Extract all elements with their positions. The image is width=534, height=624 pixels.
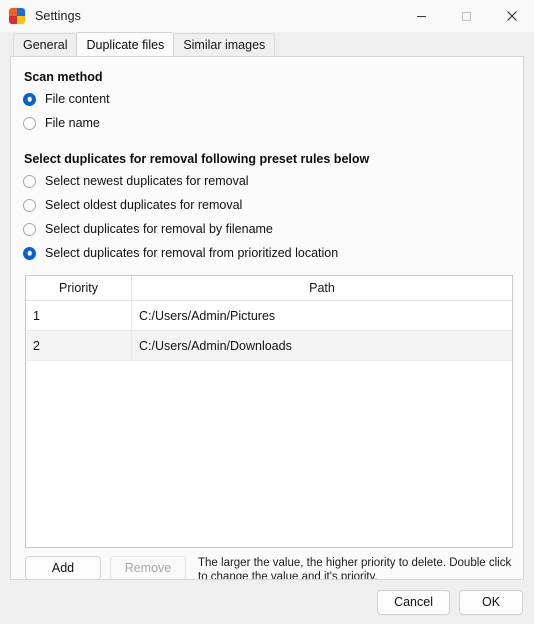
radio-select-oldest[interactable]: Select oldest duplicates for removal	[23, 193, 523, 217]
tab-similar-images[interactable]: Similar images	[173, 33, 276, 56]
radio-select-by-filename-label: Select duplicates for removal by filenam…	[45, 222, 273, 236]
priority-hint-text: The larger the value, the higher priorit…	[198, 557, 512, 580]
window-title: Settings	[35, 9, 81, 23]
radio-file-name[interactable]: File name	[23, 111, 523, 135]
ok-button[interactable]: OK	[459, 589, 523, 615]
radio-select-prioritized-location-label: Select duplicates for removal from prior…	[45, 246, 339, 260]
radio-file-name-label: File name	[45, 116, 100, 130]
tab-general[interactable]: General	[13, 33, 78, 56]
app-logo-icon	[9, 8, 25, 24]
column-header-priority[interactable]: Priority	[26, 276, 132, 301]
cell-priority[interactable]: 2	[26, 330, 132, 361]
priority-table[interactable]: Priority Path 1 C:/Users/Admin/Pictures …	[25, 275, 513, 548]
window-controls	[399, 0, 534, 32]
add-button[interactable]: Add	[25, 556, 101, 579]
table-row[interactable]: 2 C:/Users/Admin/Downloads	[26, 330, 512, 361]
table-row[interactable]: 1 C:/Users/Admin/Pictures	[26, 300, 512, 331]
maximize-icon[interactable]	[444, 0, 489, 32]
table-header-row: Priority Path	[26, 276, 512, 301]
priority-actions: Add Remove The larger the value, the hig…	[25, 556, 513, 580]
cell-path[interactable]: C:/Users/Admin/Pictures	[131, 300, 512, 331]
cancel-button[interactable]: Cancel	[377, 589, 450, 615]
settings-window: Settings General Duplicate files Similar…	[0, 0, 534, 624]
close-icon[interactable]	[489, 0, 534, 32]
radio-select-oldest-indicator[interactable]	[23, 198, 36, 212]
column-header-path[interactable]: Path	[131, 276, 512, 301]
radio-select-prioritized-location[interactable]: Select duplicates for removal from prior…	[23, 241, 523, 265]
radio-select-oldest-label: Select oldest duplicates for removal	[45, 198, 243, 212]
radio-select-newest-indicator[interactable]	[23, 174, 36, 188]
radio-file-content[interactable]: File content	[23, 87, 523, 111]
radio-select-by-filename-indicator[interactable]	[23, 222, 36, 236]
cell-path[interactable]: C:/Users/Admin/Downloads	[131, 330, 512, 361]
radio-file-content-indicator[interactable]	[23, 92, 36, 106]
radio-select-prioritized-location-indicator[interactable]	[23, 246, 36, 260]
radio-select-newest[interactable]: Select newest duplicates for removal	[23, 169, 523, 193]
duplicate-files-panel: Scan method File content File name Selec…	[10, 56, 524, 580]
scan-method-heading: Scan method	[24, 70, 103, 84]
tab-strip: General Duplicate files Similar images	[0, 32, 534, 56]
title-bar: Settings	[0, 0, 534, 32]
radio-file-name-indicator[interactable]	[23, 116, 36, 130]
tab-duplicate-files[interactable]: Duplicate files	[76, 32, 175, 56]
radio-select-newest-label: Select newest duplicates for removal	[45, 174, 249, 188]
remove-button: Remove	[110, 556, 186, 579]
cell-priority[interactable]: 1	[26, 300, 132, 331]
radio-file-content-label: File content	[45, 92, 110, 106]
minimize-icon[interactable]	[399, 0, 444, 32]
radio-select-by-filename[interactable]: Select duplicates for removal by filenam…	[23, 217, 523, 241]
dialog-footer: Cancel OK	[0, 580, 534, 624]
preset-rules-heading: Select duplicates for removal following …	[24, 152, 370, 166]
